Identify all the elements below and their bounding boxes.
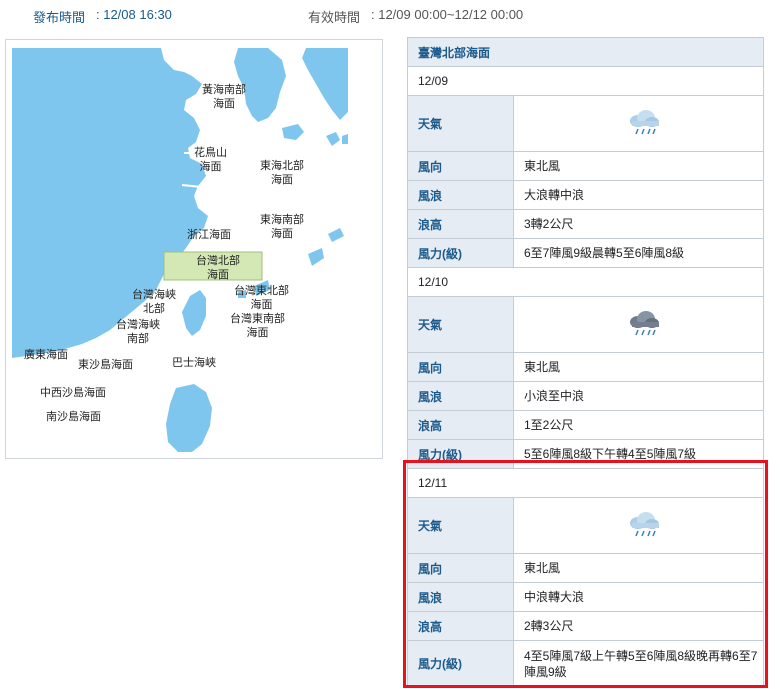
wave-row: 風浪 大浪轉中浪 <box>407 180 764 210</box>
weather-row: 天氣 <box>407 296 764 353</box>
wave-height-row: 浪高 1至2公尺 <box>407 410 764 440</box>
date-cell: 12/11 <box>407 468 764 498</box>
wind-force-value: 5至6陣風8級下午轉4至5陣風7級 <box>513 439 764 469</box>
valid-value: : 12/09 00:00~12/12 00:00 <box>371 7 524 22</box>
cloud-rain-icon <box>629 109 659 134</box>
japan-main <box>302 48 348 120</box>
weather-row: 天氣 <box>407 95 764 152</box>
islands-a <box>326 132 340 146</box>
taiwan-island <box>182 290 206 336</box>
header-bar: 發布時間 : 12/08 16:30 有效時間 : 12/09 00:00~12… <box>0 0 781 30</box>
wave-height-value: 2轉3公尺 <box>513 611 764 641</box>
map-label-central-west-sha[interactable]: 中西沙島海面 <box>40 386 106 400</box>
cloud-rain-icon <box>629 511 659 536</box>
wave-row: 風浪 小浪至中浪 <box>407 381 764 411</box>
map-label-taiwan-strait-south[interactable]: 台灣海峽 南部 <box>116 318 160 346</box>
wind-direction-row: 風向 東北風 <box>407 151 764 181</box>
map-label-guangdong[interactable]: 廣東海面 <box>24 348 68 362</box>
map-label-zhejiang[interactable]: 浙江海面 <box>187 228 231 242</box>
wave-label: 風浪 <box>407 180 514 210</box>
wind-force-label: 風力(級) <box>407 238 514 268</box>
map-label-taiwan-north[interactable]: 台灣北部 海面 <box>196 254 240 282</box>
map-label-taiwan-southeast[interactable]: 台灣東南部 海面 <box>230 312 285 340</box>
map-label-east-china-sea-south[interactable]: 東海南部 海面 <box>260 213 304 241</box>
region-row: 臺灣北部海面 <box>407 37 764 67</box>
wind-direction-value: 東北風 <box>513 151 764 181</box>
mainland-coast <box>12 48 208 358</box>
wind-force-row: 風力(級) 6至7陣風9級晨轉5至6陣風8級 <box>407 238 764 268</box>
weather-label: 天氣 <box>407 296 514 353</box>
wave-label: 風浪 <box>407 381 514 411</box>
wave-height-label: 浪高 <box>407 611 514 641</box>
weather-row: 天氣 <box>407 497 764 554</box>
region-title: 臺灣北部海面 <box>407 37 764 67</box>
date-cell: 12/10 <box>407 267 764 297</box>
dark-cloud-rain-icon <box>629 310 659 335</box>
wind-force-row: 風力(級) 4至5陣風7級上午轉5至6陣風8級晚再轉6至7陣風9級 <box>407 640 764 687</box>
map-label-huaniaoshan[interactable]: 花鳥山 海面 <box>194 146 227 174</box>
wind-force-value: 6至7陣風9級晨轉5至6陣風8級 <box>513 238 764 268</box>
luzon <box>166 384 212 452</box>
map-label-dongsha[interactable]: 東沙島海面 <box>78 358 133 372</box>
wave-height-value: 1至2公尺 <box>513 410 764 440</box>
wave-value: 小浪至中浪 <box>513 381 764 411</box>
weather-cell <box>513 296 764 353</box>
islands-b <box>342 134 348 144</box>
weather-label: 天氣 <box>407 95 514 152</box>
wind-direction-label: 風向 <box>407 151 514 181</box>
published-value: : 12/08 16:30 <box>96 7 172 22</box>
date-row: 12/10 <box>407 267 764 297</box>
map-label-taiwan-strait-north[interactable]: 台灣海峽 北部 <box>132 288 176 316</box>
map-label-yellow-sea-south[interactable]: 黃海南部 海面 <box>202 83 246 111</box>
wave-value: 大浪轉中浪 <box>513 180 764 210</box>
date-row: 12/09 <box>407 66 764 96</box>
map-label-taiwan-northeast[interactable]: 台灣東北部 海面 <box>234 284 289 312</box>
sea-area-map[interactable]: 黃海南部 海面 花鳥山 海面 東海北部 海面 浙江海面 東海南部 海面 台灣北部… <box>5 39 383 459</box>
map-label-bashi[interactable]: 巴士海峽 <box>172 356 216 370</box>
wave-height-label: 浪高 <box>407 209 514 239</box>
published-label: 發布時間 <box>33 10 86 25</box>
date-cell: 12/09 <box>407 66 764 96</box>
wind-direction-value: 東北風 <box>513 352 764 382</box>
weather-cell <box>513 95 764 152</box>
wave-height-row: 浪高 2轉3公尺 <box>407 611 764 641</box>
forecast-table: 臺灣北部海面 12/09 天氣 風向 東北風 風浪 大浪轉中浪 浪高 3轉2公尺… <box>407 37 764 687</box>
wind-direction-value: 東北風 <box>513 553 764 583</box>
ryukyu-a <box>328 228 344 242</box>
kyushu <box>282 124 304 140</box>
wave-value: 中浪轉大浪 <box>513 582 764 612</box>
wave-height-row: 浪高 3轉2公尺 <box>407 209 764 239</box>
wind-force-label: 風力(級) <box>407 439 514 469</box>
weather-cell <box>513 497 764 554</box>
map-label-east-china-sea-north[interactable]: 東海北部 海面 <box>260 159 304 187</box>
wave-height-value: 3轉2公尺 <box>513 209 764 239</box>
wind-direction-label: 風向 <box>407 553 514 583</box>
wind-force-value: 4至5陣風7級上午轉5至6陣風8級晚再轉6至7陣風9級 <box>513 640 764 687</box>
wave-height-label: 浪高 <box>407 410 514 440</box>
date-row: 12/11 <box>407 468 764 498</box>
weather-label: 天氣 <box>407 497 514 554</box>
map-label-nansha[interactable]: 南沙島海面 <box>46 410 101 424</box>
wind-direction-row: 風向 東北風 <box>407 553 764 583</box>
wave-row: 風浪 中浪轉大浪 <box>407 582 764 612</box>
wind-direction-label: 風向 <box>407 352 514 382</box>
ryukyu-b <box>308 248 324 266</box>
wind-force-row: 風力(級) 5至6陣風8級下午轉4至5陣風7級 <box>407 439 764 469</box>
wave-label: 風浪 <box>407 582 514 612</box>
wind-direction-row: 風向 東北風 <box>407 352 764 382</box>
valid-label: 有效時間 <box>308 10 361 25</box>
wind-force-label: 風力(級) <box>407 640 514 687</box>
